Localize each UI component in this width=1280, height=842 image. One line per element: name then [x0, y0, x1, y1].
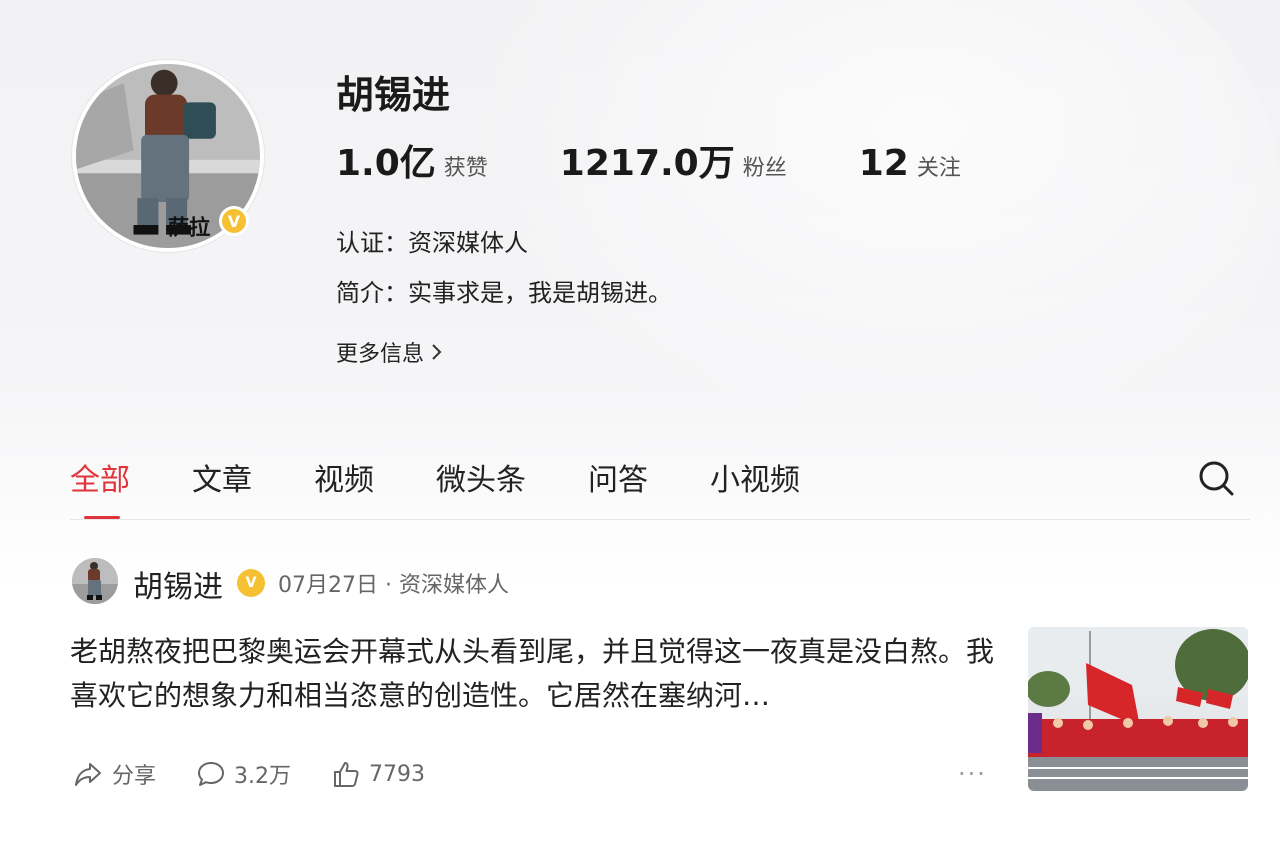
search-icon[interactable] — [1196, 458, 1236, 498]
post-avatar-photo — [72, 558, 118, 604]
post-thumbnail[interactable] — [1028, 627, 1248, 791]
post-text[interactable]: 老胡熬夜把巴黎奥运会开幕式从头看到尾，并且觉得这一夜真是没白熬。我喜欢它的想象力… — [70, 630, 1000, 718]
tab-all[interactable]: 全部 — [70, 455, 130, 519]
stat-followers-label: 粉丝 — [742, 156, 787, 181]
post-actions: 分享 3.2万 7793 — [72, 758, 465, 790]
profile-intro: 简介：实事求是，我是胡锡进。 — [336, 279, 672, 307]
more-info-label: 更多信息 — [336, 342, 425, 367]
thumbs-up-icon — [334, 762, 359, 787]
like-button[interactable]: 7793 — [331, 759, 425, 789]
profile-name: 胡锡进 — [336, 73, 451, 117]
tab-micro-headlines[interactable]: 微头条 — [436, 455, 526, 499]
verified-badge-icon: V — [237, 569, 265, 597]
post-thumbnail-image — [1028, 627, 1248, 791]
like-count: 7793 — [369, 761, 426, 787]
profile-stats: 1.0亿 获赞 1217.0万 粉丝 12 关注 — [336, 134, 1033, 186]
share-button[interactable]: 分享 — [72, 758, 156, 790]
share-label: 分享 — [112, 764, 157, 789]
stat-following[interactable]: 12 关注 — [859, 143, 961, 184]
tab-articles[interactable]: 文章 — [192, 455, 252, 499]
tab-short-videos[interactable]: 小视频 — [710, 455, 800, 499]
comment-icon — [198, 762, 225, 786]
more-dots-icon[interactable]: ··· — [958, 760, 987, 788]
stat-following-label: 关注 — [916, 156, 961, 181]
content-tabs: 全部 文章 视频 微头条 问答 小视频 — [70, 455, 862, 519]
stat-followers-value: 1217.0万 — [559, 143, 735, 184]
stat-likes-value: 1.0亿 — [336, 143, 436, 184]
comment-button[interactable]: 3.2万 — [196, 758, 291, 790]
comment-count: 3.2万 — [234, 764, 292, 789]
stat-likes[interactable]: 1.0亿 获赞 — [336, 134, 488, 186]
share-icon — [75, 763, 101, 786]
stat-likes-label: 获赞 — [443, 156, 488, 181]
stat-following-value: 12 — [858, 143, 909, 184]
post-meta: 07月27日 · 资深媒体人 — [278, 573, 509, 598]
profile-certification: 认证：资深媒体人 — [336, 229, 528, 257]
avatar-caption: 萨拉 — [168, 215, 210, 240]
tab-qa[interactable]: 问答 — [588, 455, 648, 499]
chevron-right-icon — [432, 344, 442, 360]
tab-videos[interactable]: 视频 — [314, 455, 374, 499]
stat-followers[interactable]: 1217.0万 粉丝 — [560, 134, 787, 186]
post-author-name[interactable]: 胡锡进 — [133, 562, 223, 606]
post-author-avatar[interactable] — [72, 558, 118, 604]
more-info-link[interactable]: 更多信息 — [336, 336, 444, 368]
tabs-divider — [70, 519, 1250, 520]
verified-badge-icon: V — [219, 206, 249, 236]
